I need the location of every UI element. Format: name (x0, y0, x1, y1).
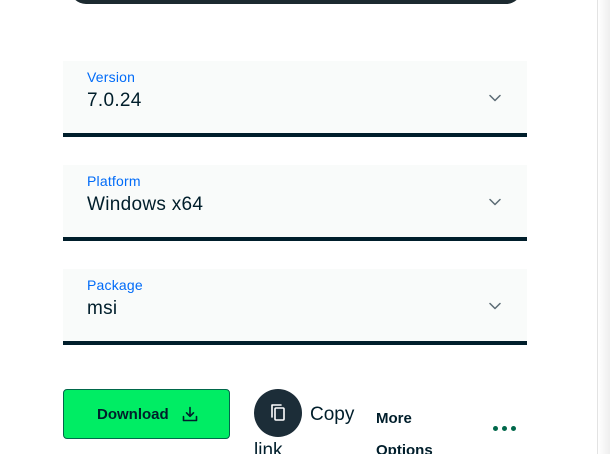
copy-link-label-line2[interactable]: link (254, 440, 283, 454)
download-button-label: Download (97, 406, 169, 423)
download-panel: Version 7.0.24 Platform Windows x64 Pack… (0, 0, 610, 454)
chevron-down-icon (489, 198, 501, 206)
version-value: 7.0.24 (87, 90, 142, 111)
chevron-down-icon (489, 94, 501, 102)
copy-link-button[interactable] (254, 389, 302, 437)
platform-select[interactable]: Platform Windows x64 (63, 165, 527, 241)
more-options-label-line1: More (376, 410, 412, 427)
package-select[interactable]: Package msi (63, 269, 527, 345)
download-button[interactable]: Download (63, 389, 230, 439)
chevron-down-icon (489, 302, 501, 310)
ellipsis-icon[interactable] (492, 426, 522, 434)
scrollbar-track (597, 0, 610, 454)
package-label: Package (87, 277, 143, 293)
download-icon (182, 406, 198, 422)
copy-link-label[interactable]: Copy (310, 404, 354, 426)
platform-value: Windows x64 (87, 194, 204, 215)
version-select[interactable]: Version 7.0.24 (63, 61, 527, 137)
version-label: Version (87, 69, 136, 85)
package-value: msi (87, 298, 118, 319)
copy-icon (271, 404, 285, 421)
platform-label: Platform (87, 173, 141, 189)
more-options-label-line2: Options (376, 442, 433, 454)
top-tab-bar[interactable] (70, 0, 522, 4)
more-options-link[interactable]: More Options (376, 403, 456, 454)
